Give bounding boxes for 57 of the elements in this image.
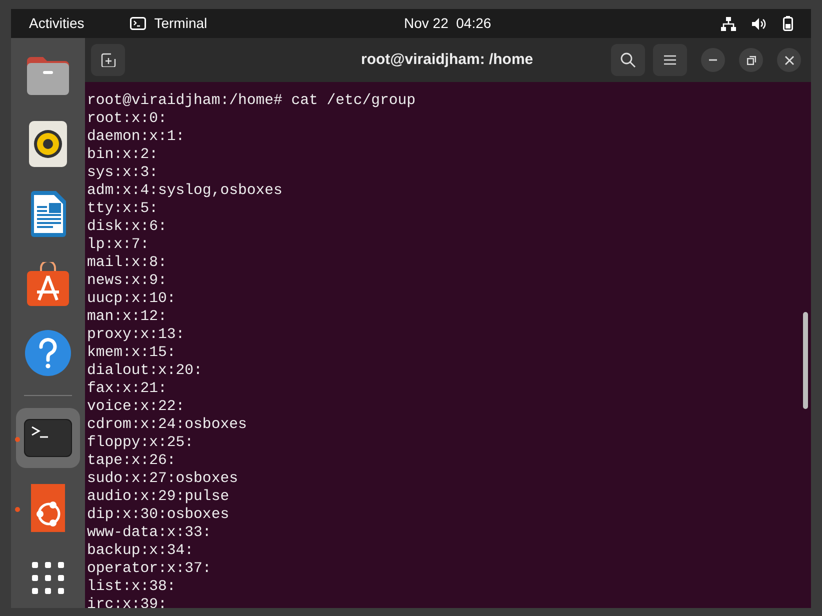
search-button[interactable]: [611, 44, 645, 76]
search-icon: [620, 52, 636, 68]
app-grid-icon: [32, 562, 64, 594]
terminal-line: sys:x:3:: [87, 164, 158, 182]
terminal-line: cdrom:x:24:osboxes: [87, 416, 247, 434]
terminal-line: www-data:x:33:: [87, 524, 212, 542]
window-title: root@viraidjham: /home: [361, 50, 534, 70]
ubuntu-logo-icon: [31, 484, 65, 532]
terminal-line: irc:x:39:: [87, 596, 167, 608]
terminal-line: audio:x:29:pulse: [87, 488, 230, 506]
terminal-line: root@viraidjham:/home# cat /etc/group: [87, 92, 416, 110]
terminal-line: tape:x:26:: [87, 452, 176, 470]
terminal-line: fax:x:21:: [87, 380, 167, 398]
terminal-line: lp:x:7:: [87, 236, 150, 254]
terminal-icon: [24, 419, 72, 458]
close-icon: [784, 56, 794, 64]
terminal-line: disk:x:6:: [87, 218, 167, 236]
terminal-line: proxy:x:13:: [87, 326, 185, 344]
new-tab-icon: [100, 53, 116, 67]
battery-icon[interactable]: [783, 16, 793, 31]
terminal-line: man:x:12:: [87, 308, 167, 326]
maximize-button[interactable]: [739, 48, 763, 72]
network-icon[interactable]: [721, 16, 736, 30]
new-tab-button[interactable]: [91, 44, 125, 76]
terminal-line: backup:x:34:: [87, 542, 194, 560]
minimize-icon: [709, 59, 717, 61]
minimize-button[interactable]: [701, 48, 725, 72]
close-button[interactable]: [777, 48, 801, 72]
document-icon: [29, 190, 67, 237]
terminal-line: operator:x:37:: [87, 560, 212, 578]
app-menu-label[interactable]: Terminal: [154, 13, 208, 34]
terminal-line: kmem:x:15:: [87, 344, 176, 362]
clock[interactable]: Nov 22 04:26: [404, 13, 492, 34]
terminal-line: floppy:x:25:: [87, 434, 194, 452]
help-icon: [25, 330, 71, 376]
menu-icon: [664, 55, 676, 65]
terminal-line: dip:x:30:osboxes: [87, 506, 230, 524]
terminal-line: list:x:38:: [87, 578, 176, 596]
terminal-line: adm:x:4:syslog,osboxes: [87, 182, 282, 200]
terminal-line: root:x:0:: [87, 110, 167, 128]
terminal-line: mail:x:8:: [87, 254, 167, 272]
terminal-icon: [130, 17, 146, 30]
terminal-line: sudo:x:27:osboxes: [87, 470, 238, 488]
volume-icon[interactable]: [752, 16, 767, 30]
terminal-line: dialout:x:20:: [87, 362, 202, 380]
restore-icon: [746, 56, 756, 64]
scrollbar[interactable]: [803, 312, 808, 409]
terminal-line: voice:x:22:: [87, 398, 185, 416]
terminal-line: uucp:x:10:: [87, 290, 176, 308]
terminal-line: news:x:9:: [87, 272, 167, 290]
activities-button[interactable]: Activities: [29, 13, 84, 34]
terminal-line: bin:x:2:: [87, 146, 158, 164]
menu-button[interactable]: [653, 44, 687, 76]
terminal-line: tty:x:5:: [87, 200, 158, 218]
terminal-line: daemon:x:1:: [87, 128, 185, 146]
speaker-icon: [29, 120, 67, 167]
shopping-bag-icon: [26, 262, 70, 306]
